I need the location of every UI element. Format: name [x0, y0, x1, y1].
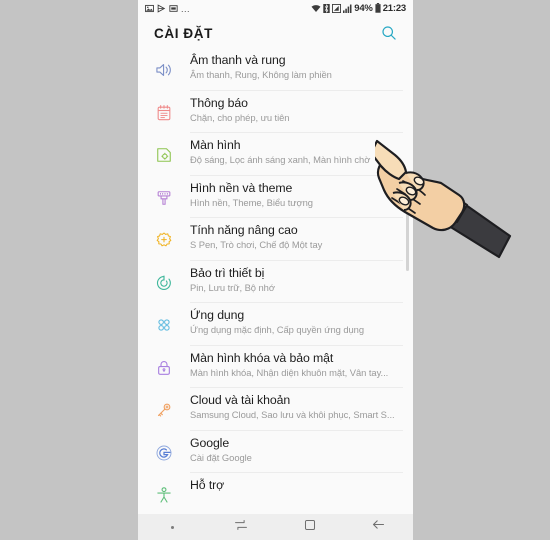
list-item-title: Hỗ trợ — [190, 478, 225, 492]
send-icon — [157, 1, 166, 17]
list-item-wallpaper-theme[interactable]: Hình nền và theme Hình nền, Theme, Biểu … — [138, 176, 413, 219]
signal-icon — [332, 1, 342, 17]
list-item-title: Âm thanh và rung — [190, 53, 286, 67]
apps-icon — [138, 303, 190, 346]
key-icon — [138, 388, 190, 431]
list-item-text: Màn hình khóa và bảo mật Màn hình khóa, … — [190, 346, 413, 380]
list-item-text: Ứng dụng Ứng dụng mặc định, Cấp quyền ứn… — [190, 303, 413, 337]
clock: 21:23 — [382, 3, 407, 15]
device-maintenance-icon — [138, 261, 190, 304]
list-item-display[interactable]: Màn hình Độ sáng, Lọc ánh sáng xanh, Màn… — [138, 133, 413, 176]
list-item-lockscreen-security[interactable]: Màn hình khóa và bảo mật Màn hình khóa, … — [138, 346, 413, 389]
google-icon — [138, 431, 190, 474]
sim-icon — [169, 1, 178, 17]
list-item-text: Google Cài đặt Google — [190, 431, 413, 465]
wifi-icon — [311, 1, 321, 17]
list-item-device-maintenance[interactable]: Bảo trì thiết bị Pin, Lưu trữ, Bộ nhớ — [138, 261, 413, 304]
list-item-advanced-features[interactable]: Tính năng nâng cao S Pen, Trò chơi, Chế … — [138, 218, 413, 261]
photo-icon — [145, 1, 154, 17]
nav-dot-button[interactable] — [138, 514, 207, 540]
nav-recents-icon — [234, 518, 248, 537]
battery-percent: 94% — [354, 3, 373, 15]
scrollbar-track[interactable] — [406, 48, 411, 514]
list-item-subtitle: Độ sáng, Lọc ánh sáng xanh, Màn hình chờ — [190, 154, 371, 165]
bluetooth-icon — [323, 1, 330, 17]
notification-icon — [138, 91, 190, 134]
settings-list[interactable]: Âm thanh và rung Âm thanh, Rung, Không l… — [138, 48, 413, 514]
list-item-text: Bảo trì thiết bị Pin, Lưu trữ, Bộ nhớ — [190, 261, 413, 295]
list-item-title: Hình nền và theme — [190, 180, 293, 195]
list-item-support[interactable]: Hỗ trợ — [138, 473, 413, 514]
nav-back-button[interactable] — [344, 514, 413, 540]
nav-dot-icon — [170, 525, 174, 529]
advanced-features-icon — [138, 218, 190, 261]
list-item-subtitle: Samsung Cloud, Sao lưu và khôi phục, Sma… — [190, 409, 395, 420]
list-item-google[interactable]: Google Cài đặt Google — [138, 431, 413, 474]
list-item-subtitle: Hình nền, Theme, Biểu tượng — [190, 196, 313, 208]
list-item-subtitle: Âm thanh, Rung, Không làm phiền — [190, 69, 332, 80]
list-item-subtitle: Cài đặt Google — [190, 451, 252, 463]
scrollbar-thumb[interactable] — [406, 176, 409, 271]
list-item-text: Thông báo Chặn, cho phép, ưu tiên — [190, 91, 413, 125]
list-item-title: Tính năng nâng cao — [190, 223, 298, 237]
list-item-text: Tính năng nâng cao S Pen, Trò chơi, Chế … — [190, 218, 413, 252]
list-item-text: Hình nền và theme Hình nền, Theme, Biểu … — [190, 176, 413, 210]
status-bar-right: 94% 21:23 — [311, 1, 406, 17]
list-item-text: Cloud và tài khoản Samsung Cloud, Sao lư… — [190, 388, 413, 422]
display-icon — [138, 133, 190, 176]
list-item-text: Hỗ trợ — [190, 473, 413, 493]
list-item-text: Âm thanh và rung Âm thanh, Rung, Không l… — [190, 48, 413, 82]
list-item-subtitle: Ứng dụng mặc định, Cấp quyền ứng dụng — [190, 324, 365, 335]
sound-icon — [138, 48, 190, 91]
search-icon[interactable] — [381, 25, 397, 41]
list-item-subtitle: Pin, Lưu trữ, Bộ nhớ — [190, 281, 275, 293]
nav-back-icon — [371, 517, 386, 537]
status-bar: ... 94% 21:23 — [138, 0, 413, 18]
wallpaper-theme-icon — [138, 176, 190, 219]
status-bar-left: ... — [145, 1, 190, 17]
nav-recents-button[interactable] — [207, 514, 276, 540]
list-item-title: Màn hình khóa và bảo mật — [190, 350, 334, 365]
battery-icon — [375, 1, 381, 17]
nav-home-icon — [303, 518, 317, 537]
list-item-subtitle: S Pen, Trò chơi, Chế độ Một tay — [190, 239, 323, 250]
list-item-apps[interactable]: Ứng dụng Ứng dụng mặc định, Cấp quyền ứn… — [138, 303, 413, 346]
signal-bars-icon — [343, 1, 352, 17]
lock-icon — [138, 346, 190, 389]
list-item-title: Google — [190, 435, 230, 450]
list-item-subtitle: Màn hình khóa, Nhận diện khuôn mặt, Vân … — [190, 366, 389, 378]
list-item-text: Màn hình Độ sáng, Lọc ánh sáng xanh, Màn… — [190, 133, 413, 167]
page-title: CÀI ĐẶT — [154, 25, 213, 41]
list-item-title: Thông báo — [190, 95, 248, 110]
list-item-notifications[interactable]: Thông báo Chặn, cho phép, ưu tiên — [138, 91, 413, 134]
list-item-title: Cloud và tài khoản — [190, 393, 291, 407]
status-overflow-dots: ... — [181, 3, 191, 14]
screenshot-stage: ... 94% 21:23 CÀI ĐẶT Âm thanh và rung Â… — [0, 0, 550, 540]
app-bar: CÀI ĐẶT — [138, 18, 413, 48]
nav-home-button[interactable] — [276, 514, 345, 540]
list-item-cloud-accounts[interactable]: Cloud và tài khoản Samsung Cloud, Sao lư… — [138, 388, 413, 431]
list-item-title: Màn hình — [190, 138, 241, 152]
navigation-bar[interactable] — [138, 514, 413, 540]
list-item-title: Bảo trì thiết bị — [190, 265, 265, 280]
phone-screen: ... 94% 21:23 CÀI ĐẶT Âm thanh và rung Â… — [138, 0, 413, 540]
accessibility-icon — [138, 473, 190, 514]
list-item-subtitle: Chặn, cho phép, ưu tiên — [190, 111, 290, 123]
list-item-sound[interactable]: Âm thanh và rung Âm thanh, Rung, Không l… — [138, 48, 413, 91]
list-item-title: Ứng dụng — [190, 308, 245, 322]
